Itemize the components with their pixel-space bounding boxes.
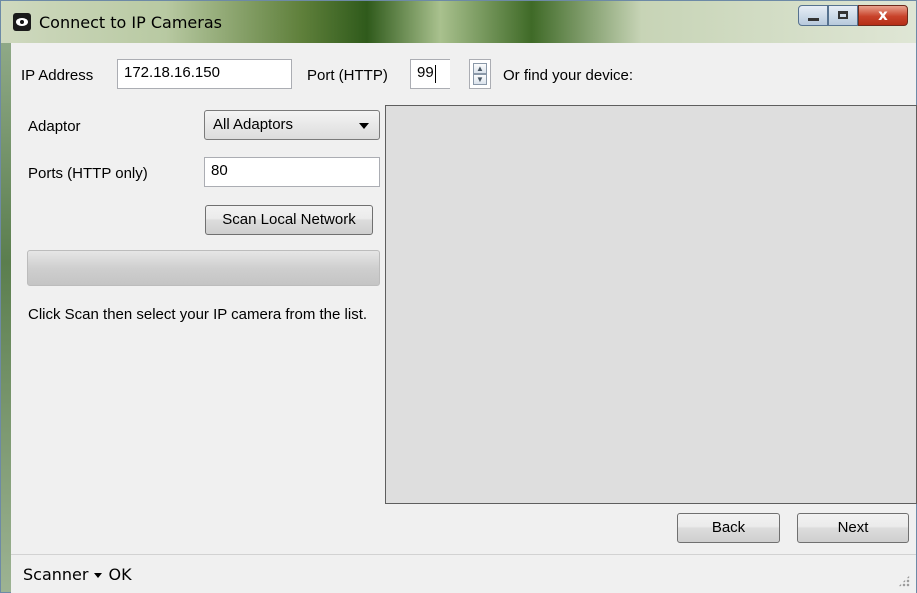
port-input[interactable]: 99	[410, 59, 450, 89]
adaptor-label: Adaptor	[28, 118, 81, 135]
minimize-button[interactable]	[798, 5, 828, 26]
window-left-frame	[1, 43, 11, 592]
port-value: 99	[417, 64, 434, 81]
minimize-icon	[808, 18, 819, 21]
status-bar: Scanner OK	[11, 554, 916, 593]
adaptor-selected-value: All Adaptors	[213, 116, 294, 133]
scan-hint-text: Click Scan then select your IP camera fr…	[28, 306, 368, 323]
chevron-down-icon	[359, 123, 369, 129]
port-label: Port (HTTP)	[307, 67, 388, 84]
eye-pupil	[20, 20, 24, 24]
title-bar[interactable]: Connect to IP Cameras x	[1, 1, 916, 43]
device-list[interactable]	[385, 105, 917, 504]
adaptor-select[interactable]: All Adaptors	[204, 110, 380, 140]
maximize-icon	[838, 11, 848, 19]
app-window: Connect to IP Cameras x IP Address 172.1…	[0, 0, 917, 593]
caption-buttons: x	[798, 5, 908, 27]
close-icon: x	[878, 6, 888, 24]
eye-camera-icon[interactable]	[13, 13, 31, 31]
next-button[interactable]: Next	[797, 513, 909, 543]
ip-address-label: IP Address	[21, 67, 94, 84]
maximize-button[interactable]	[828, 5, 858, 26]
window-title: Connect to IP Cameras	[39, 13, 222, 32]
status-text: OK	[108, 565, 132, 584]
ports-label: Ports (HTTP only)	[28, 165, 148, 182]
close-button[interactable]: x	[858, 5, 908, 26]
port-spinner[interactable]: ▲ ▼	[469, 59, 491, 89]
dropdown-arrow-icon	[94, 573, 103, 578]
find-device-label: Or find your device:	[503, 67, 634, 84]
scan-progress-bar	[27, 250, 380, 286]
status-scanner-dropdown[interactable]: Scanner OK	[23, 565, 132, 584]
spin-up-icon[interactable]: ▲	[473, 63, 487, 74]
ports-input[interactable]: 80	[204, 157, 380, 187]
scan-network-button[interactable]: Scan Local Network	[205, 205, 373, 235]
back-button[interactable]: Back	[677, 513, 780, 543]
spin-down-icon[interactable]: ▼	[473, 74, 487, 85]
client-area: IP Address 172.18.16.150 Port (HTTP) 99 …	[11, 43, 917, 591]
text-caret	[435, 65, 436, 83]
status-dropdown-label: Scanner	[23, 565, 89, 584]
ip-address-input[interactable]: 172.18.16.150	[117, 59, 292, 89]
resize-grip-icon[interactable]	[898, 575, 910, 587]
